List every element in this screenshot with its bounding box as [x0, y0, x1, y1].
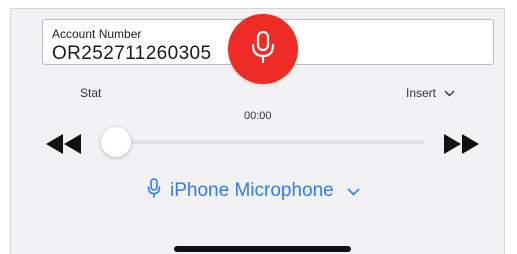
account-number-value: OR252711260305: [52, 43, 212, 64]
rewind-icon[interactable]: [46, 134, 82, 159]
account-number-label: Account Number: [52, 27, 142, 41]
stat-toggle[interactable]: Stat: [80, 86, 101, 100]
microphone-icon: [250, 30, 276, 69]
chevron-down-icon: [444, 86, 455, 100]
record-button[interactable]: [228, 14, 298, 84]
microphone-source-selector[interactable]: iPhone Microphone: [147, 178, 360, 204]
chevron-down-icon: [347, 180, 360, 202]
home-indicator: [174, 246, 351, 252]
fast-forward-icon[interactable]: [443, 134, 479, 159]
dictation-panel: Account Number OR252711260305 Stat Inser…: [10, 8, 505, 254]
insert-mode-dropdown[interactable]: Insert: [406, 86, 455, 100]
playback-scrubber-thumb[interactable]: [101, 127, 131, 157]
microphone-source-label: iPhone Microphone: [170, 180, 334, 201]
insert-label: Insert: [406, 86, 437, 100]
playback-scrubber-track[interactable]: [105, 140, 425, 144]
playback-time: 00:00: [244, 110, 272, 122]
microphone-icon: [147, 178, 161, 204]
